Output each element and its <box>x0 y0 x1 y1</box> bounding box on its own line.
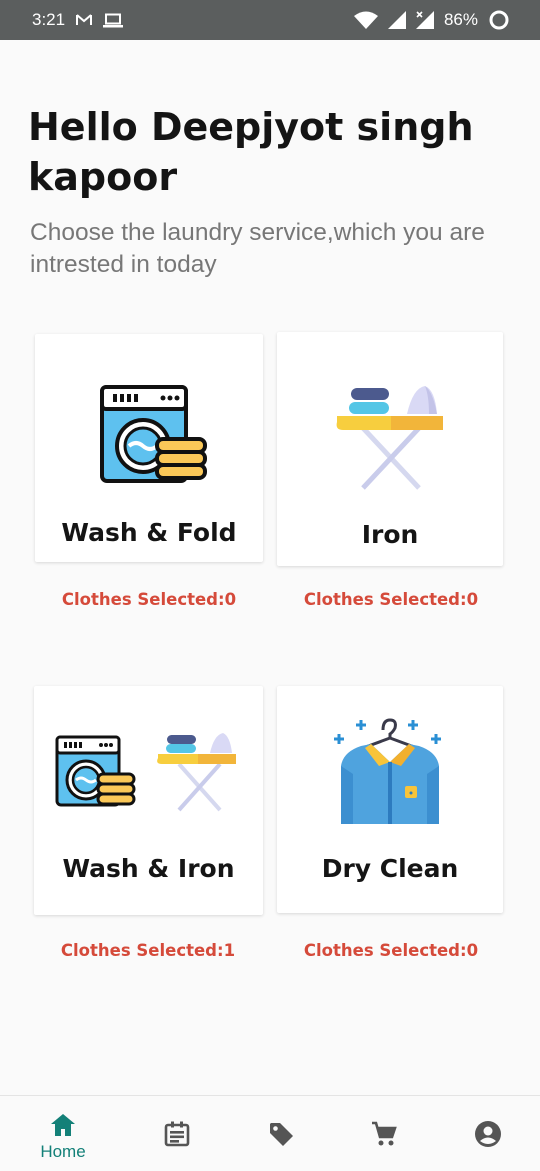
shirt-on-hanger-icon <box>334 718 441 824</box>
home-icon <box>51 1114 75 1136</box>
status-bar: 3:21 86% <box>0 0 540 40</box>
status-bar-right: 86% <box>353 9 510 31</box>
service-title: Dry Clean <box>321 854 459 883</box>
clothes-selected-count: Clothes Selected:0 <box>61 590 237 609</box>
greeting-heading: Hello Deepjyot singh kapoor <box>28 105 474 199</box>
service-title: Wash & Fold <box>61 518 237 547</box>
nav-item-offers[interactable] <box>236 1096 326 1171</box>
service-card-iron[interactable]: Iron <box>277 332 503 566</box>
wifi-icon <box>353 11 378 29</box>
nav-item-schedule[interactable] <box>132 1096 222 1171</box>
service-card-wash-fold[interactable]: Wash & Fold <box>35 334 263 562</box>
bottom-navigation: Home <box>0 1095 540 1171</box>
clothes-selected-count: Clothes Selected:0 <box>303 590 479 609</box>
status-time: 3:21 <box>32 10 66 29</box>
laptop-icon <box>103 13 124 28</box>
battery-ring-icon <box>488 9 510 31</box>
gmail-icon <box>75 13 93 27</box>
nav-item-home[interactable]: Home <box>18 1096 108 1171</box>
service-title: Iron <box>361 520 419 549</box>
signal-icon <box>387 11 406 29</box>
calendar-icon <box>164 1121 190 1147</box>
status-battery: 86% <box>443 10 478 29</box>
clothes-selected-count: Clothes Selected:1 <box>60 941 236 960</box>
tag-icon <box>270 1123 293 1146</box>
ironing-board-icon <box>336 386 443 490</box>
washing-machine-icon <box>100 385 207 483</box>
account-icon <box>475 1121 501 1147</box>
washer-and-iron-icon <box>55 733 236 812</box>
nav-label-home: Home <box>40 1142 86 1161</box>
clothes-selected-count: Clothes Selected:0 <box>303 941 479 960</box>
status-bar-left: 3:21 <box>32 10 124 30</box>
service-card-dry-clean[interactable]: Dry Clean <box>277 686 503 913</box>
signal-x-icon <box>415 11 434 29</box>
service-card-wash-iron[interactable]: Wash & Iron <box>34 686 263 915</box>
cart-icon <box>372 1121 397 1146</box>
nav-item-profile[interactable] <box>443 1096 533 1171</box>
subtitle-text: Choose the laundry service,which you are… <box>30 219 485 278</box>
nav-item-cart[interactable] <box>339 1096 429 1171</box>
service-title: Wash & Iron <box>62 854 235 883</box>
